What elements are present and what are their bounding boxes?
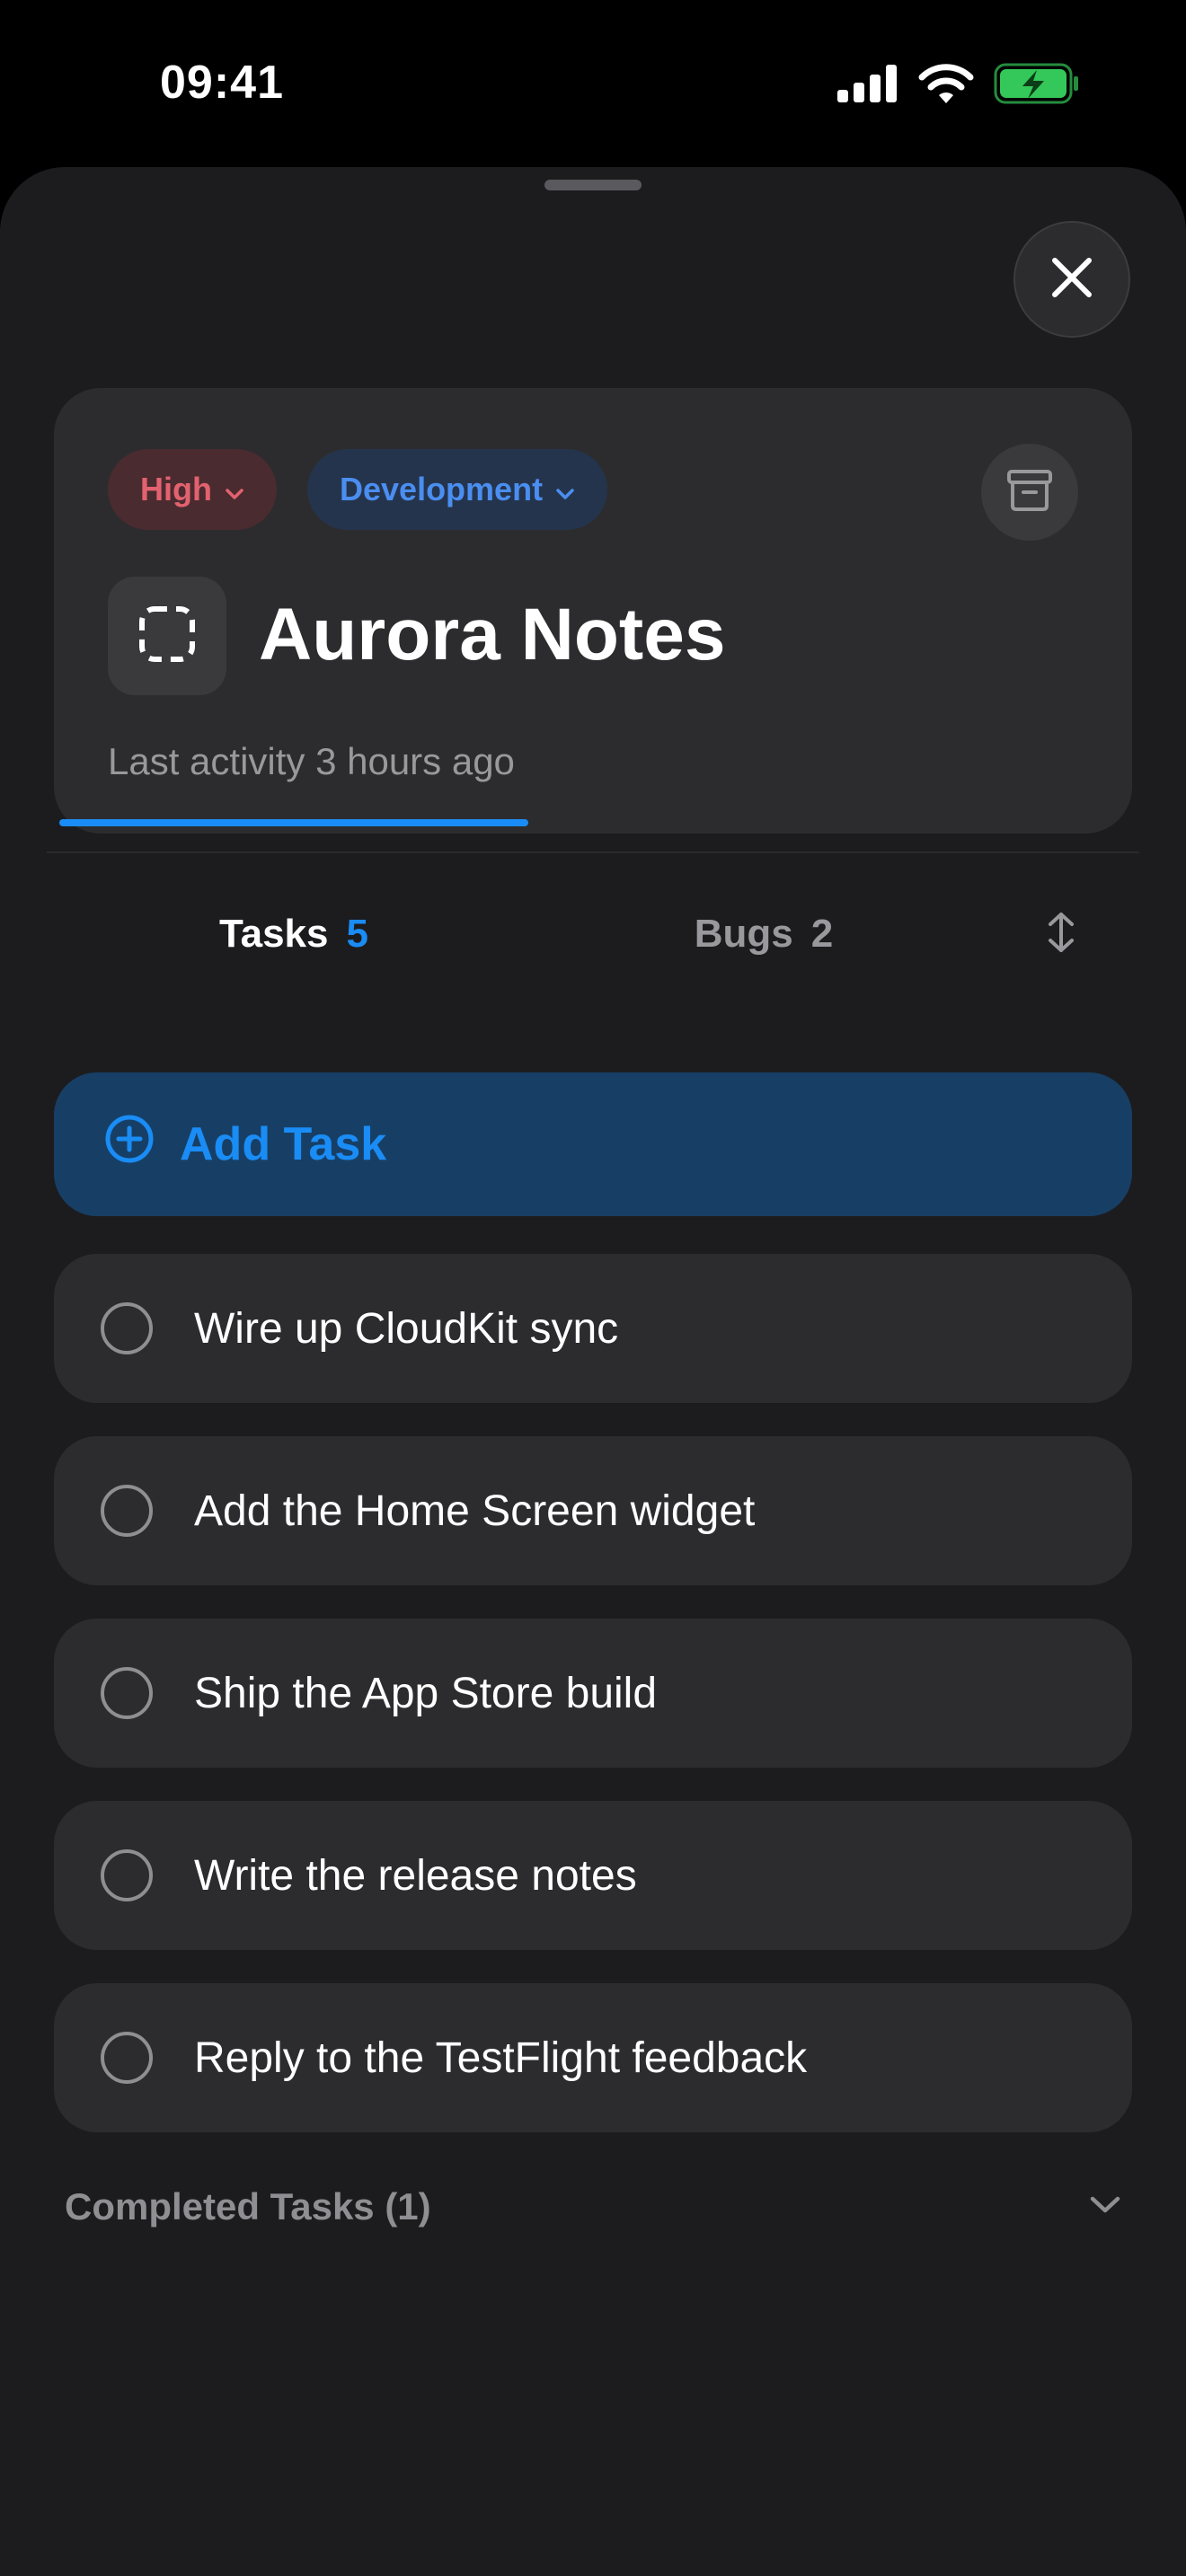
task-title: Ship the App Store build bbox=[194, 1669, 658, 1717]
status-time: 09:41 bbox=[160, 57, 284, 109]
tab-bugs[interactable]: Bugs 2 bbox=[528, 889, 999, 979]
dashed-square-icon bbox=[138, 605, 196, 667]
status-icons bbox=[837, 63, 1080, 109]
archive-button[interactable] bbox=[981, 444, 1078, 541]
task-checkbox[interactable] bbox=[101, 1667, 153, 1719]
project-title: Aurora Notes bbox=[259, 594, 726, 675]
task-row[interactable]: Wire up CloudKit sync bbox=[54, 1254, 1132, 1403]
task-row[interactable]: Add the Home Screen widget bbox=[54, 1436, 1132, 1585]
category-dropdown[interactable]: Development bbox=[307, 449, 608, 530]
priority-dropdown[interactable]: High bbox=[108, 449, 277, 530]
tab-bugs-count: 2 bbox=[810, 912, 834, 956]
close-button[interactable] bbox=[1013, 221, 1130, 338]
task-row[interactable]: Reply to the TestFlight feedback bbox=[54, 1983, 1132, 2132]
sort-icon bbox=[1046, 911, 1076, 958]
task-row[interactable]: Ship the App Store build bbox=[54, 1619, 1132, 1768]
chevron-down-icon bbox=[225, 471, 244, 508]
plus-circle-icon bbox=[104, 1114, 155, 1176]
project-card: High Development Aurora Notes Last activ… bbox=[54, 388, 1132, 834]
chevron-down-icon bbox=[1089, 2195, 1121, 2219]
completed-tasks-toggle[interactable]: Completed Tasks (1) bbox=[65, 2166, 1121, 2247]
battery-charging-icon bbox=[994, 63, 1080, 109]
status-bar: 09:41 bbox=[0, 0, 1186, 171]
add-task-label: Add Task bbox=[180, 1118, 387, 1170]
project-icon-button[interactable] bbox=[108, 577, 226, 695]
task-checkbox[interactable] bbox=[101, 2032, 153, 2084]
task-title: Wire up CloudKit sync bbox=[194, 1304, 619, 1353]
tab-tasks-count: 5 bbox=[346, 912, 368, 956]
tab-divider bbox=[47, 851, 1139, 853]
priority-label: High bbox=[140, 471, 212, 507]
archive-icon bbox=[1006, 469, 1053, 516]
task-row[interactable]: Write the release notes bbox=[54, 1801, 1132, 1950]
task-checkbox[interactable] bbox=[101, 1302, 153, 1354]
tab-tasks-label: Tasks bbox=[219, 912, 329, 956]
task-checkbox[interactable] bbox=[101, 1849, 153, 1901]
task-title: Add the Home Screen widget bbox=[194, 1486, 756, 1535]
sort-button[interactable] bbox=[1030, 889, 1093, 979]
tab-selected-indicator bbox=[59, 819, 528, 826]
category-label: Development bbox=[340, 471, 544, 507]
task-title: Write the release notes bbox=[194, 1851, 637, 1900]
task-title: Reply to the TestFlight feedback bbox=[194, 2033, 808, 2082]
tab-tasks[interactable]: Tasks 5 bbox=[59, 889, 528, 979]
sheet-grabber[interactable] bbox=[544, 180, 642, 190]
segment-tabs: Tasks 5 Bugs 2 bbox=[0, 889, 1186, 1015]
close-icon bbox=[1049, 255, 1094, 304]
tab-bugs-label: Bugs bbox=[694, 912, 793, 956]
chevron-down-icon bbox=[555, 471, 575, 508]
cellular-signal-icon bbox=[837, 65, 898, 107]
task-checkbox[interactable] bbox=[101, 1485, 153, 1537]
last-activity-text: Last activity 3 hours ago bbox=[108, 740, 515, 782]
wifi-icon bbox=[918, 64, 974, 108]
add-task-button[interactable]: Add Task bbox=[54, 1072, 1132, 1216]
completed-tasks-label: Completed Tasks (1) bbox=[65, 2185, 431, 2228]
